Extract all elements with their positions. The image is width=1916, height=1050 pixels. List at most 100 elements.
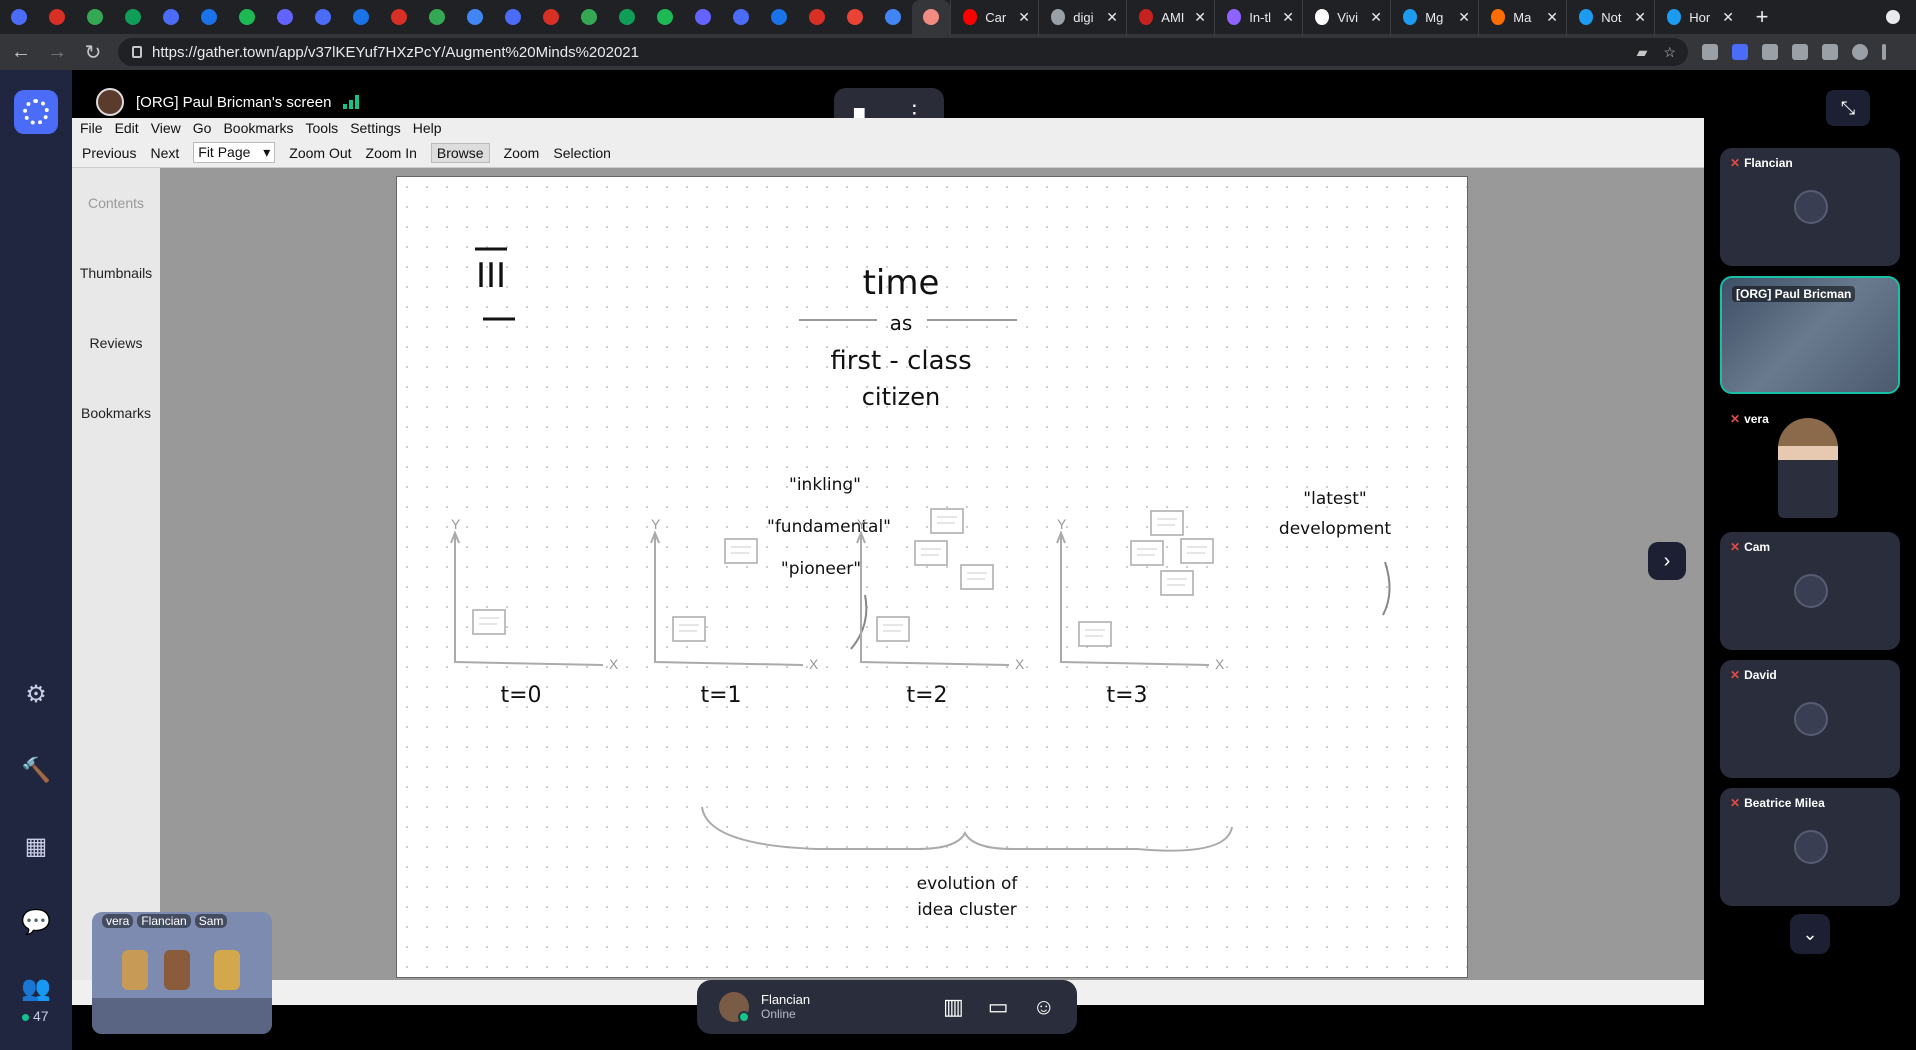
browser-tab[interactable]: Vivi ✕ — [1302, 0, 1390, 34]
next-slide-chevron-icon[interactable]: › — [1648, 542, 1686, 580]
menu-edit[interactable]: Edit — [115, 120, 139, 136]
browse-button[interactable]: Browse — [430, 142, 490, 163]
close-tab-icon[interactable]: ✕ — [1106, 9, 1118, 26]
build-hammer-icon[interactable]: 🔨 — [21, 756, 51, 784]
pinned-tab[interactable] — [114, 0, 152, 34]
profile-icon[interactable] — [1852, 44, 1868, 60]
pinned-tab[interactable] — [228, 0, 266, 34]
close-tab-icon[interactable]: ✕ — [1370, 9, 1382, 26]
close-tab-icon[interactable]: ✕ — [1722, 9, 1734, 26]
browser-tab[interactable]: digi ✕ — [1038, 0, 1126, 34]
new-tab-button[interactable]: + — [1742, 4, 1782, 30]
fit-page-select[interactable]: Fit Page ▾ — [193, 142, 276, 163]
browser-tab[interactable]: Car ✕ — [950, 0, 1038, 34]
browser-tab[interactable]: Mg ✕ — [1390, 0, 1478, 34]
pinned-tab[interactable] — [304, 0, 342, 34]
menu-settings[interactable]: Settings — [350, 120, 401, 136]
participants-icon[interactable]: 👥 — [21, 974, 51, 1002]
participant-card[interactable]: ✕ vera — [1720, 404, 1900, 522]
close-tab-icon[interactable]: ✕ — [1282, 9, 1294, 26]
sidebar-tab-reviews[interactable]: Reviews — [72, 308, 160, 378]
menu-file[interactable]: File — [80, 120, 103, 136]
pinned-tab[interactable] — [456, 0, 494, 34]
bookmark-star-icon[interactable]: ☆ — [1663, 44, 1676, 61]
calendar-icon[interactable]: ▦ — [22, 832, 50, 860]
mic-muted-icon: ✕ — [1730, 412, 1741, 426]
participant-card[interactable]: ✕ Flancian — [1720, 148, 1900, 266]
close-tab-icon[interactable]: ✕ — [1546, 9, 1558, 26]
participant-card[interactable]: [ORG] Paul Bricman — [1720, 276, 1900, 394]
pinned-tab[interactable] — [380, 0, 418, 34]
close-tab-icon[interactable]: ✕ — [1634, 9, 1646, 26]
participant-card[interactable]: ✕ David — [1720, 660, 1900, 778]
pinned-tab[interactable] — [38, 0, 76, 34]
chevron-down-icon[interactable]: ⌄ — [1790, 914, 1830, 954]
pinned-tab[interactable] — [266, 0, 304, 34]
pinned-tab[interactable] — [798, 0, 836, 34]
back-icon[interactable]: ← — [6, 37, 36, 67]
settings-gear-icon[interactable]: ⚙ — [22, 680, 50, 708]
extension-icon[interactable] — [1732, 44, 1748, 60]
gather-logo-icon[interactable] — [14, 90, 58, 134]
pinned-tab[interactable] — [0, 0, 38, 34]
menu-tools[interactable]: Tools — [306, 120, 339, 136]
camera-blocked-icon[interactable]: ▰ — [1637, 44, 1648, 61]
pinned-tab[interactable] — [494, 0, 532, 34]
browser-tab[interactable]: Hor ✕ — [1654, 0, 1742, 34]
kebab-menu-icon[interactable] — [1882, 44, 1886, 60]
reload-icon[interactable]: ↻ — [78, 37, 108, 67]
zoom-button[interactable]: Zoom — [504, 145, 540, 161]
selection-button[interactable]: Selection — [553, 145, 611, 161]
url-text[interactable]: https://gather.town/app/v37lKEYuf7HXzPcY… — [152, 44, 639, 61]
pinned-tab[interactable] — [342, 0, 380, 34]
pinned-tab[interactable] — [760, 0, 798, 34]
pinned-tab[interactable] — [836, 0, 874, 34]
participant-card[interactable]: ✕ Beatrice Milea — [1720, 788, 1900, 906]
pinned-tab[interactable] — [684, 0, 722, 34]
avatar[interactable] — [719, 992, 750, 1023]
pinned-tab[interactable] — [874, 0, 912, 34]
zoom-out-button[interactable]: Zoom Out — [289, 145, 351, 161]
browser-tab[interactable]: AMI ✕ — [1126, 0, 1214, 34]
menu-view[interactable]: View — [151, 120, 181, 136]
tab-search-icon[interactable] — [1886, 10, 1900, 24]
flask-icon[interactable] — [1792, 44, 1808, 60]
minimap[interactable]: vera Flancian Sam — [92, 912, 272, 1034]
minimize-share-icon[interactable]: ⤡ — [1826, 90, 1870, 126]
emoji-icon[interactable]: ☺ — [1033, 994, 1055, 1020]
previous-button[interactable]: Previous — [82, 145, 136, 161]
sidebar-tab-thumbnails[interactable]: Thumbnails — [72, 238, 160, 308]
browser-tab[interactable]: In-tl ✕ — [1214, 0, 1302, 34]
close-tab-icon[interactable]: ✕ — [1194, 9, 1206, 26]
pinned-tab[interactable] — [532, 0, 570, 34]
participant-card[interactable]: ✕ Cam — [1720, 532, 1900, 650]
close-tab-icon[interactable]: ✕ — [1018, 9, 1030, 26]
pinned-tab[interactable] — [570, 0, 608, 34]
next-button[interactable]: Next — [150, 145, 179, 161]
pinned-tab[interactable] — [646, 0, 684, 34]
pinned-tab[interactable] — [418, 0, 456, 34]
map-icon[interactable]: ▥ — [943, 994, 964, 1020]
pinned-tab[interactable] — [152, 0, 190, 34]
close-tab-icon[interactable]: ✕ — [1458, 9, 1470, 26]
browser-tab[interactable]: Ma ✕ — [1478, 0, 1566, 34]
screen-share-icon[interactable]: ▭ — [988, 994, 1009, 1020]
extension-icon[interactable] — [1702, 44, 1718, 60]
address-bar[interactable]: https://gather.town/app/v37lKEYuf7HXzPcY… — [118, 38, 1688, 66]
sidebar-tab-contents[interactable]: Contents — [72, 168, 160, 238]
puzzle-icon[interactable] — [1762, 44, 1778, 60]
pinned-tab[interactable] — [608, 0, 646, 34]
playlist-icon[interactable] — [1822, 44, 1838, 60]
pinned-tab[interactable] — [912, 0, 950, 34]
chat-icon[interactable]: 💬 — [21, 908, 51, 936]
pinned-tab[interactable] — [76, 0, 114, 34]
browser-tab[interactable]: Not ✕ — [1566, 0, 1654, 34]
zoom-in-button[interactable]: Zoom In — [366, 145, 417, 161]
menu-go[interactable]: Go — [193, 120, 212, 136]
menu-help[interactable]: Help — [413, 120, 442, 136]
pinned-tab[interactable] — [190, 0, 228, 34]
forward-icon[interactable]: → — [42, 37, 72, 67]
sidebar-tab-bookmarks[interactable]: Bookmarks — [72, 378, 160, 448]
menu-bookmarks[interactable]: Bookmarks — [223, 120, 293, 136]
pinned-tab[interactable] — [722, 0, 760, 34]
